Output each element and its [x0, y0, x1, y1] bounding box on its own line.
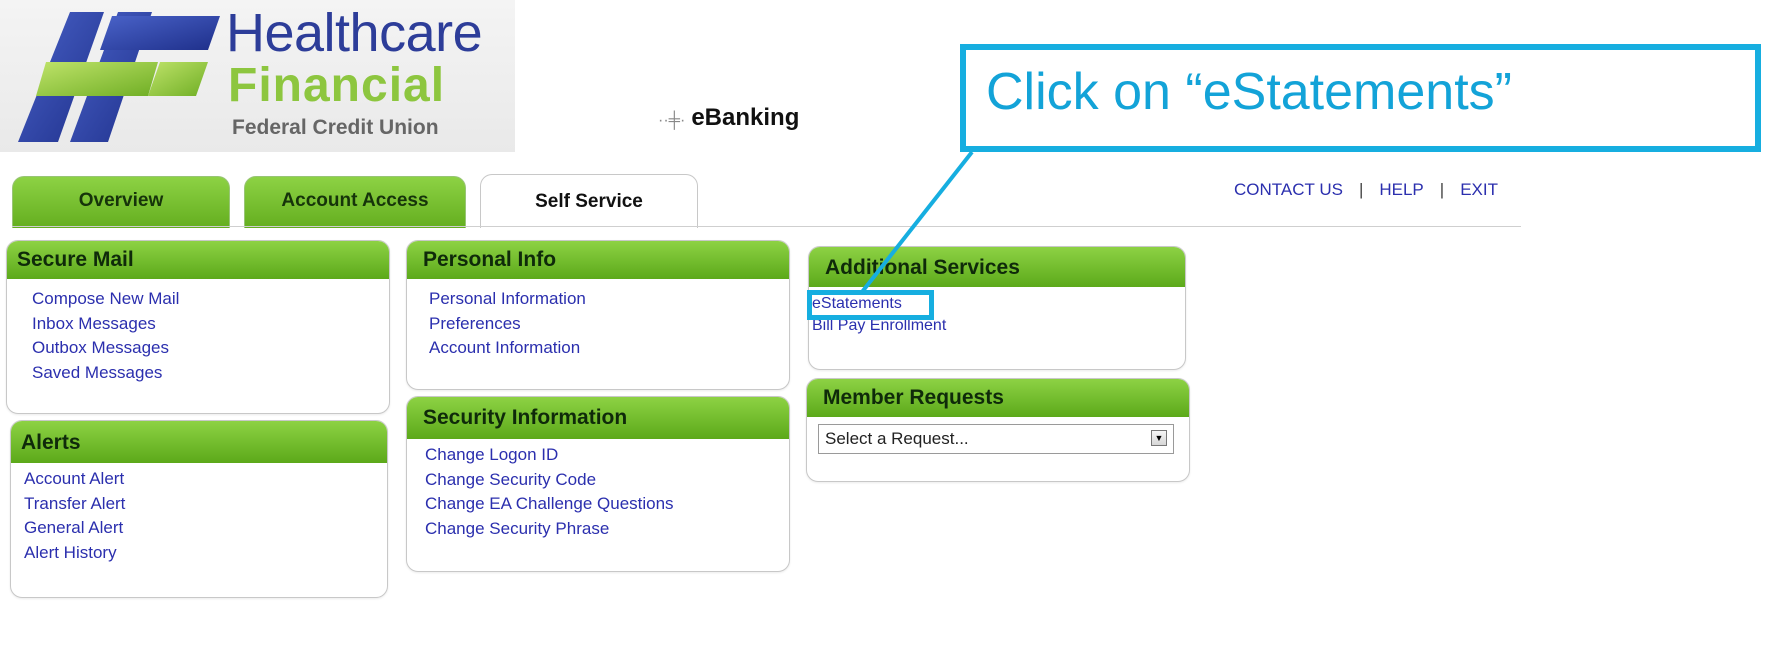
- preferences-link[interactable]: Preferences: [429, 312, 789, 337]
- tab-overview[interactable]: Overview: [12, 176, 230, 228]
- security-info-header: Security Information: [407, 397, 789, 439]
- alerts-header: Alerts: [11, 421, 387, 463]
- ebanking-icon: ··╪·: [658, 112, 686, 129]
- logo-text-fcu: Federal Credit Union: [232, 116, 439, 139]
- transfer-alert-link[interactable]: Transfer Alert: [24, 492, 387, 517]
- change-ea-challenge-questions-link[interactable]: Change EA Challenge Questions: [425, 492, 789, 517]
- logo-text-healthcare: Healthcare: [226, 3, 483, 63]
- chevron-down-icon[interactable]: ▼: [1151, 430, 1167, 446]
- app-title-text: eBanking: [691, 104, 800, 131]
- compose-new-mail-link[interactable]: Compose New Mail: [32, 287, 389, 312]
- inbox-messages-link[interactable]: Inbox Messages: [32, 312, 389, 337]
- nav-separator: |: [1358, 180, 1364, 199]
- app-title: ··╪· eBanking: [658, 104, 799, 132]
- tab-self-service[interactable]: Self Service: [480, 174, 698, 228]
- contact-us-link[interactable]: CONTACT US: [1234, 180, 1343, 199]
- member-request-select-value: Select a Request...: [825, 429, 969, 448]
- personal-info-header: Personal Info: [407, 241, 789, 279]
- alert-history-link[interactable]: Alert History: [24, 541, 387, 566]
- hf-logo-icon: [18, 12, 220, 142]
- outbox-messages-link[interactable]: Outbox Messages: [32, 336, 389, 361]
- logo-text-financial: Financial: [228, 59, 446, 112]
- change-logon-id-link[interactable]: Change Logon ID: [425, 443, 789, 468]
- security-info-panel: Security Information Change Logon ID Cha…: [406, 396, 790, 572]
- secure-mail-header: Secure Mail: [7, 241, 389, 279]
- instruction-callout: Click on “eStatements”: [960, 44, 1761, 152]
- account-alert-link[interactable]: Account Alert: [24, 467, 387, 492]
- top-nav: CONTACT US | HELP | EXIT: [1234, 180, 1498, 200]
- saved-messages-link[interactable]: Saved Messages: [32, 361, 389, 386]
- change-security-code-link[interactable]: Change Security Code: [425, 468, 789, 493]
- member-requests-header: Member Requests: [807, 379, 1189, 417]
- help-link[interactable]: HELP: [1379, 180, 1423, 199]
- account-information-link[interactable]: Account Information: [429, 336, 789, 361]
- alerts-panel: Alerts Account Alert Transfer Alert Gene…: [10, 420, 388, 598]
- exit-link[interactable]: EXIT: [1460, 180, 1498, 199]
- callout-text: Click on “eStatements”: [986, 63, 1512, 121]
- change-security-phrase-link[interactable]: Change Security Phrase: [425, 517, 789, 542]
- member-request-select[interactable]: Select a Request... ▼: [818, 424, 1174, 454]
- nav-separator: |: [1439, 180, 1445, 199]
- personal-information-link[interactable]: Personal Information: [429, 287, 789, 312]
- additional-services-header: Additional Services: [809, 247, 1185, 287]
- personal-info-panel: Personal Info Personal Information Prefe…: [406, 240, 790, 390]
- estatements-highlight-box: [807, 290, 934, 320]
- logo: Healthcare Financial Federal Credit Unio…: [0, 0, 515, 152]
- tab-account-access[interactable]: Account Access: [244, 176, 466, 228]
- tab-divider: [12, 226, 1521, 227]
- general-alert-link[interactable]: General Alert: [24, 516, 387, 541]
- secure-mail-panel: Secure Mail Compose New Mail Inbox Messa…: [6, 240, 390, 414]
